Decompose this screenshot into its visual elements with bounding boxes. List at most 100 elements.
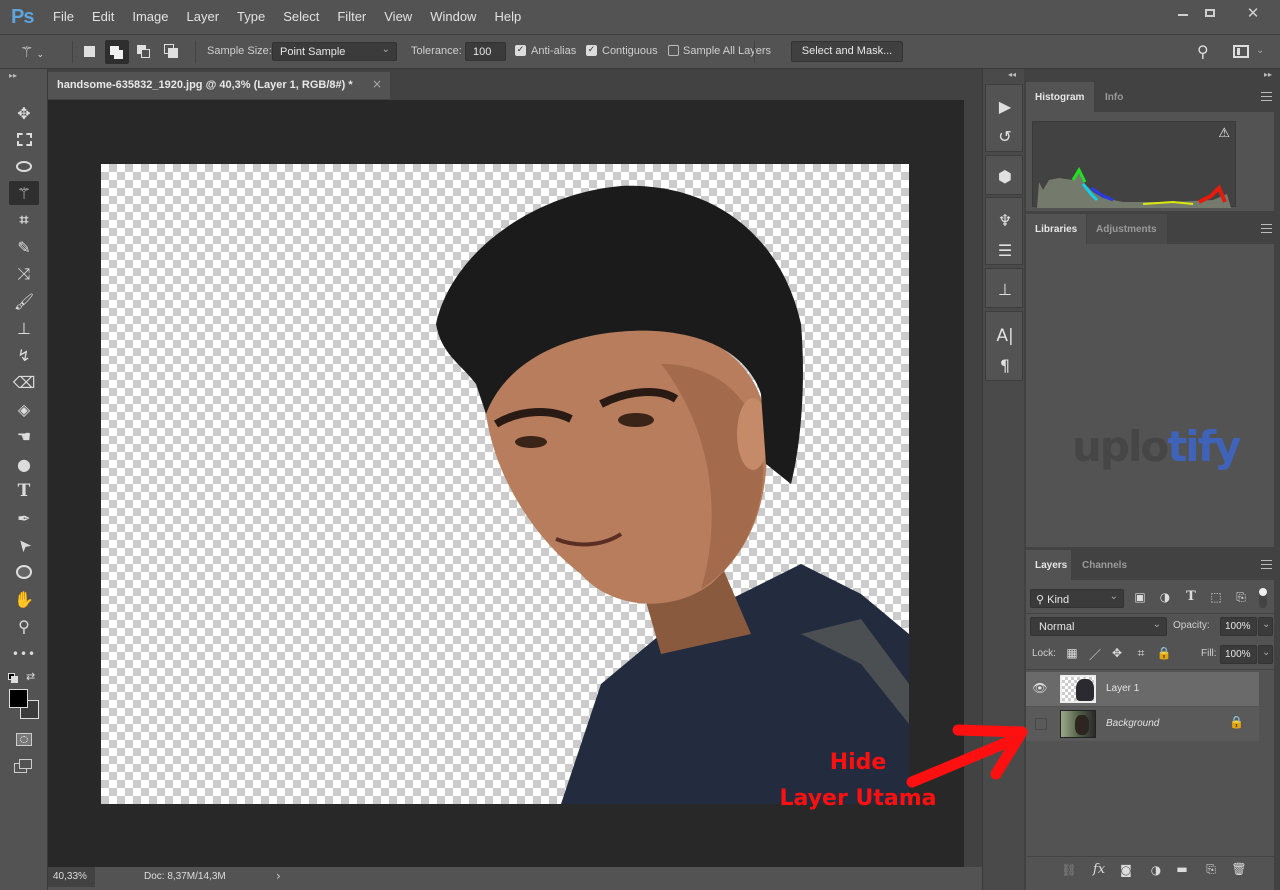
panel-menu-icon[interactable] xyxy=(1261,224,1272,233)
type-tool[interactable]: T xyxy=(9,479,39,503)
panel-menu-icon[interactable] xyxy=(1261,560,1272,569)
menu-select[interactable]: Select xyxy=(283,9,328,24)
delete-layer-button[interactable]: 🗑 xyxy=(1230,862,1248,876)
layer-name[interactable]: Layer 1 xyxy=(1106,683,1139,694)
eyedropper-tool[interactable]: ✎ xyxy=(9,235,39,259)
menu-layer[interactable]: Layer xyxy=(187,9,229,24)
tool-preset-picker[interactable]: ⚚ ⌄ xyxy=(20,43,44,61)
smudge-tool[interactable]: ☚ xyxy=(9,424,39,448)
clone-stamp-tool[interactable]: ⊥ xyxy=(9,316,39,340)
menu-filter[interactable]: Filter xyxy=(337,9,375,24)
menu-edit[interactable]: Edit xyxy=(92,9,123,24)
close-button[interactable]: ✕ xyxy=(1236,0,1270,25)
new-layer-button[interactable]: ⎘ xyxy=(1202,862,1220,877)
menu-type[interactable]: Type xyxy=(237,9,274,24)
menu-view[interactable]: View xyxy=(384,9,421,24)
lock-artboard[interactable]: ⌗ xyxy=(1132,646,1150,661)
tab-layers[interactable]: Layers xyxy=(1026,550,1071,580)
layer-row-background[interactable]: Background 🔒 xyxy=(1026,707,1259,741)
menu-window[interactable]: Window xyxy=(430,9,485,24)
opacity-slider-button[interactable]: ⌄ xyxy=(1258,617,1273,636)
character-panel-button[interactable]: A| xyxy=(989,323,1021,349)
collapse-dock-icon[interactable]: ◂◂ xyxy=(1008,70,1016,79)
filter-type-layers[interactable]: T xyxy=(1182,589,1200,604)
tolerance-input[interactable] xyxy=(465,42,506,61)
status-menu-arrow[interactable]: › xyxy=(276,869,281,883)
magic-wand-tool[interactable]: ⚚ xyxy=(9,181,39,205)
layer-name[interactable]: Background xyxy=(1106,718,1159,729)
tab-channels[interactable]: Channels xyxy=(1073,550,1136,580)
healing-brush-tool[interactable]: ⤨ xyxy=(9,262,39,286)
tab-adjustments[interactable]: Adjustments xyxy=(1087,214,1167,244)
menu-help[interactable]: Help xyxy=(494,9,530,24)
layer-row-layer-1[interactable]: 👁 Layer 1 xyxy=(1026,672,1259,706)
lasso-tool[interactable] xyxy=(9,154,39,178)
actions-panel-button[interactable]: ▶ xyxy=(989,93,1021,119)
menu-image[interactable]: Image xyxy=(132,9,177,24)
add-mask-button[interactable]: ◙ xyxy=(1117,863,1135,877)
brushes-panel-button[interactable]: ♆ xyxy=(989,207,1021,233)
screen-mode-button[interactable] xyxy=(14,759,34,775)
opacity-input[interactable]: 100% xyxy=(1220,617,1257,636)
close-document-icon[interactable]: × xyxy=(372,77,382,91)
link-layers-button[interactable]: ⛓ xyxy=(1060,863,1078,877)
default-colors-button[interactable] xyxy=(8,673,18,683)
filter-adjustment-layers[interactable]: ◑ xyxy=(1156,590,1174,604)
rectangular-marquee-tool[interactable] xyxy=(9,127,39,151)
ellipse-tool[interactable] xyxy=(9,560,39,584)
intersect-selection-button[interactable] xyxy=(164,44,179,59)
history-brush-tool[interactable]: ↯ xyxy=(9,343,39,367)
history-panel-button[interactable]: ↺ xyxy=(989,123,1021,149)
paint-bucket-tool[interactable]: ◈ xyxy=(9,397,39,421)
3d-panel-button[interactable]: ⬢ xyxy=(989,163,1021,189)
brush-tool[interactable]: 🖌 xyxy=(9,289,39,313)
eraser-tool[interactable]: ⌫ xyxy=(9,370,39,394)
filter-pixel-layers[interactable]: ▣ xyxy=(1131,590,1149,604)
collapse-toolbar-icon[interactable]: ▸▸ xyxy=(9,71,17,80)
lock-transparent-pixels[interactable]: ▦ xyxy=(1063,646,1081,660)
swap-colors-button[interactable]: ⇄ xyxy=(26,670,35,683)
sample-all-layers-checkbox[interactable] xyxy=(668,45,679,56)
lock-image-pixels[interactable]: ／ xyxy=(1086,646,1104,663)
layer-style-button[interactable]: fx xyxy=(1090,862,1108,877)
anti-alias-checkbox[interactable]: ✓ xyxy=(515,45,526,56)
hand-tool[interactable]: ✋ xyxy=(9,587,39,611)
quick-mask-button[interactable] xyxy=(16,733,32,746)
fill-input[interactable]: 100% xyxy=(1220,645,1257,664)
zoom-tool[interactable]: ⚲ xyxy=(9,614,39,638)
brush-settings-panel-button[interactable]: ☰ xyxy=(989,237,1021,263)
tab-info[interactable]: Info xyxy=(1096,82,1132,112)
foreground-color-swatch[interactable] xyxy=(9,689,28,708)
new-group-button[interactable]: ▬ xyxy=(1173,862,1191,876)
lock-all[interactable]: 🔒 xyxy=(1155,646,1173,660)
new-selection-button[interactable] xyxy=(84,46,95,57)
add-to-selection-button[interactable] xyxy=(105,40,129,64)
move-tool[interactable]: ✥ xyxy=(9,101,39,125)
visibility-toggle-hidden[interactable] xyxy=(1035,718,1047,730)
paragraph-panel-button[interactable]: ¶ xyxy=(989,352,1021,378)
zoom-level[interactable]: 40,33% xyxy=(48,867,95,887)
lock-position[interactable]: ✥ xyxy=(1108,646,1126,660)
filter-shape-layers[interactable]: ⬚ xyxy=(1207,590,1225,604)
tab-histogram[interactable]: Histogram xyxy=(1026,82,1094,112)
contiguous-checkbox[interactable]: ✓ xyxy=(586,45,597,56)
workspace-button[interactable] xyxy=(1233,45,1249,58)
filter-toggle[interactable] xyxy=(1259,588,1267,608)
menu-file[interactable]: File xyxy=(53,9,83,24)
tab-libraries[interactable]: Libraries xyxy=(1026,214,1086,244)
clone-source-panel-button[interactable]: ⊥ xyxy=(989,276,1021,302)
layer-filter-dropdown[interactable]: ⚲ Kind ⌄ xyxy=(1030,589,1124,608)
expand-panels-icon[interactable]: ▸▸ xyxy=(1264,70,1272,79)
path-selection-tool[interactable]: ➤ xyxy=(9,533,39,557)
document-canvas[interactable] xyxy=(101,164,909,804)
search-button[interactable]: ⚲ xyxy=(1197,42,1209,61)
document-tab[interactable]: handsome-635832_1920.jpg @ 40,3% (Layer … xyxy=(48,72,390,99)
fill-slider-button[interactable]: ⌄ xyxy=(1258,645,1273,664)
visibility-eye-icon[interactable]: 👁 xyxy=(1032,681,1048,697)
chevron-down-icon[interactable]: ⌄ xyxy=(1256,45,1264,56)
sample-size-dropdown[interactable]: Point Sample ⌄ xyxy=(272,42,397,61)
panel-menu-icon[interactable] xyxy=(1261,92,1272,101)
select-and-mask-button[interactable]: Select and Mask... xyxy=(791,41,903,62)
pen-tool[interactable]: ✒ xyxy=(9,506,39,530)
crop-tool[interactable]: ⌗ xyxy=(9,208,39,232)
